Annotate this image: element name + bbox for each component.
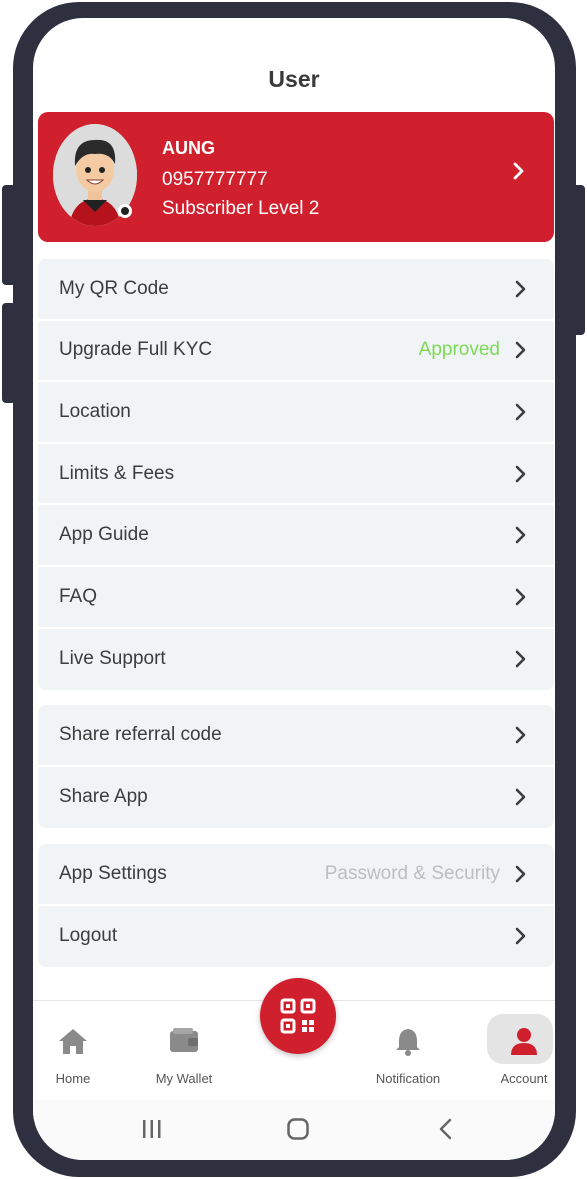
menu-item-value: Approved	[418, 339, 500, 361]
nav-notification[interactable]: Notification	[363, 1001, 453, 1101]
menu-item-label: FAQ	[59, 585, 98, 607]
chevron-right-icon	[515, 280, 526, 298]
menu-item-label: App Guide	[59, 524, 149, 546]
profile-phone: 0957777777	[162, 169, 268, 190]
power-button	[572, 185, 585, 335]
menu-item-my-qr-code[interactable]: My QR Code	[38, 259, 554, 321]
chevron-right-icon	[515, 588, 526, 606]
menu-item-logout[interactable]: Logout	[38, 906, 554, 968]
menu-item-app-guide[interactable]: App Guide	[38, 505, 554, 567]
menu-item-share-referral-code[interactable]: Share referral code	[38, 705, 554, 767]
chevron-right-icon	[515, 526, 526, 544]
wallet-icon	[170, 1028, 198, 1052]
app-screen: User AUNG 0957777777 Subscriber Level 2 …	[33, 18, 555, 1160]
menu-item-value: Password & Security	[324, 862, 500, 884]
nav-home[interactable]: Home	[33, 1001, 118, 1101]
menu-item-limits-and-fees[interactable]: Limits & Fees	[38, 444, 554, 506]
menu-group-settings: App Settings Password & Security Logout	[38, 844, 554, 968]
menu-item-share-app[interactable]: Share App	[38, 767, 554, 829]
status-dot-icon	[118, 204, 132, 218]
menu-item-label: Logout	[59, 925, 118, 947]
system-navigation-bar	[33, 1100, 555, 1160]
home-system-icon[interactable]	[286, 1117, 310, 1141]
menu-item-app-settings[interactable]: App Settings Password & Security	[38, 844, 554, 906]
menu-item-label: Limits & Fees	[59, 462, 175, 484]
menu-item-faq[interactable]: FAQ	[38, 567, 554, 629]
menu-item-live-support[interactable]: Live Support	[38, 629, 554, 691]
profile-level: Subscriber Level 2	[162, 198, 320, 219]
qr-scan-button[interactable]	[260, 978, 336, 1054]
nav-account-label: Account	[500, 1071, 548, 1086]
volume-down-button	[2, 303, 16, 403]
home-icon	[59, 1029, 87, 1054]
menu-group-account: My QR Code Upgrade Full KYC Approved Locati…	[38, 259, 554, 691]
chevron-right-icon	[515, 342, 526, 359]
page-title: User	[268, 66, 320, 92]
chevron-right-icon	[515, 726, 526, 744]
bell-icon	[396, 1029, 420, 1056]
nav-account[interactable]: Account	[479, 1001, 555, 1101]
qr-code-icon	[280, 998, 316, 1034]
profile-name: AUNG	[162, 138, 215, 158]
chevron-right-icon	[515, 403, 526, 421]
menu-item-label: Share referral code	[59, 723, 222, 745]
nav-home-label: Home	[55, 1071, 91, 1086]
menu-group-share: Share referral code Share App	[38, 705, 554, 829]
chevron-right-icon	[515, 928, 526, 945]
nav-wallet-label: My Wallet	[155, 1071, 213, 1086]
profile-card[interactable]: AUNG 0957777777 Subscriber Level 2	[38, 112, 554, 242]
nav-notification-label: Notification	[375, 1071, 441, 1086]
menu-item-label: Live Support	[59, 648, 166, 670]
menu-item-label: My QR Code	[59, 277, 169, 299]
chevron-right-icon	[515, 865, 526, 883]
menu-item-label: Upgrade Full KYC	[59, 339, 213, 361]
menu-item-label: Share App	[59, 786, 148, 808]
person-icon	[511, 1028, 537, 1055]
menu-item-upgrade-full-kyc[interactable]: Upgrade Full KYC Approved	[38, 321, 554, 383]
recent-apps-icon[interactable]	[140, 1118, 164, 1140]
chevron-right-icon	[515, 789, 526, 806]
chevron-right-icon	[515, 651, 526, 668]
chevron-right-icon	[513, 162, 524, 180]
menu-item-location[interactable]: Location	[38, 382, 554, 444]
volume-up-button	[2, 185, 16, 285]
nav-wallet[interactable]: My Wallet	[139, 1001, 229, 1101]
menu-item-label: Location	[59, 400, 131, 422]
chevron-right-icon	[515, 465, 526, 482]
back-icon[interactable]	[436, 1118, 456, 1140]
menu-item-label: App Settings	[59, 862, 167, 884]
